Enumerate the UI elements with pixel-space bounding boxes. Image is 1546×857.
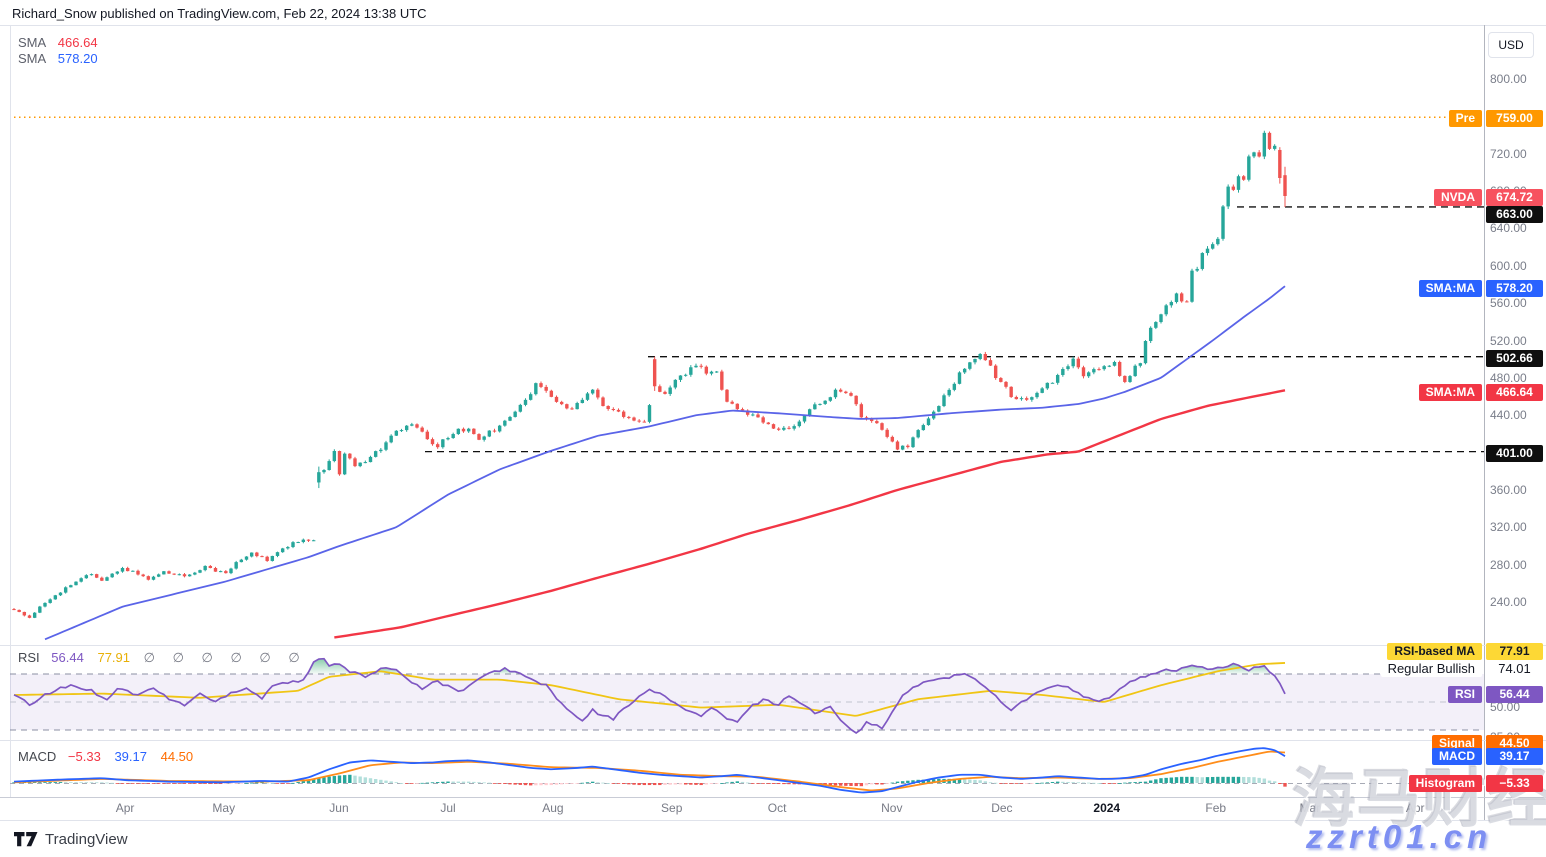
- price-tick: 240.00: [1490, 595, 1527, 609]
- currency-selector[interactable]: USD: [1488, 32, 1534, 58]
- price-tick: 360.00: [1490, 483, 1527, 497]
- time-axis-label[interactable]: Nov: [860, 801, 924, 815]
- time-axis-label[interactable]: Jun: [307, 801, 371, 815]
- tradingview-chart-page: Richard_Snow published on TradingView.co…: [0, 0, 1546, 857]
- time-axis-label[interactable]: Sep: [640, 801, 704, 815]
- axis-tag-value: 401.00: [1486, 445, 1543, 462]
- axis-tag-histogram: Histogram: [1409, 775, 1482, 792]
- time-axis-label[interactable]: 2024: [1075, 801, 1139, 815]
- macd-legend-label: MACD: [18, 749, 56, 764]
- rsi-value: 56.44: [51, 650, 84, 665]
- price-tick: 640.00: [1490, 221, 1527, 235]
- price-tick: 800.00: [1490, 72, 1527, 86]
- axis-tag-value: 74.01: [1486, 660, 1543, 677]
- rsi-legend[interactable]: RSI 56.44 77.91 ∅ ∅ ∅ ∅ ∅ ∅: [18, 650, 307, 666]
- footer: TradingView: [14, 831, 128, 848]
- axis-tag-rsi-based-ma: RSI-based MA: [1387, 643, 1482, 660]
- time-axis-label[interactable]: Aug: [521, 801, 585, 815]
- axis-tag-value: 502.66: [1486, 350, 1543, 367]
- macd-line-value: 39.17: [114, 749, 147, 764]
- watermark-site: zzrt01.cn: [1306, 818, 1492, 856]
- published-byline: Richard_Snow published on TradingView.co…: [12, 6, 427, 21]
- rsi-ma-value: 77.91: [97, 650, 130, 665]
- axis-tag-rsi: RSI: [1448, 686, 1482, 703]
- price-tick: 560.00: [1490, 296, 1527, 310]
- time-axis-label[interactable]: Jul: [416, 801, 480, 815]
- axis-tag-value: 663.00: [1486, 206, 1543, 223]
- time-axis-label[interactable]: Apr: [93, 801, 157, 815]
- axis-tag-value: 466.64: [1486, 384, 1543, 401]
- time-axis-label[interactable]: May: [192, 801, 256, 815]
- axis-tag-value: 759.00: [1486, 110, 1543, 127]
- price-tick: 480.00: [1490, 371, 1527, 385]
- axis-tag-pre: Pre: [1449, 110, 1482, 127]
- price-tick: 280.00: [1490, 558, 1527, 572]
- sma-legend-row-2[interactable]: SMA 578.20: [18, 51, 98, 66]
- tradingview-brand: TradingView: [45, 831, 128, 848]
- axis-tag-macd: MACD: [1432, 748, 1482, 765]
- axis-tag-value: −5.33: [1486, 775, 1543, 792]
- sma-legend-label: SMA: [18, 51, 46, 66]
- rsi-legend-label: RSI: [18, 650, 40, 665]
- axis-tag-sma-ma: SMA:MA: [1419, 384, 1482, 401]
- time-axis-label[interactable]: Feb: [1184, 801, 1248, 815]
- sma-legend-label: SMA: [18, 35, 46, 50]
- macd-signal-value: 44.50: [161, 749, 194, 764]
- rsi-empty-slots: ∅ ∅ ∅ ∅ ∅ ∅: [144, 650, 307, 665]
- price-tick: 320.00: [1490, 520, 1527, 534]
- price-tick: 520.00: [1490, 334, 1527, 348]
- axis-tag-value: 77.91: [1486, 643, 1543, 660]
- axis-tag-value: 674.72: [1486, 189, 1543, 206]
- macd-hist-value: −5.33: [68, 749, 101, 764]
- axis-tag-nvda: NVDA: [1434, 189, 1482, 206]
- price-tick: 440.00: [1490, 408, 1527, 422]
- axis-tag-value: 39.17: [1486, 748, 1543, 765]
- sma-slow-value: 578.20: [58, 51, 98, 66]
- chart-canvas[interactable]: [0, 0, 1546, 857]
- tradingview-logo-icon: [14, 832, 38, 847]
- price-tick: 600.00: [1490, 259, 1527, 273]
- time-axis-label[interactable]: Dec: [970, 801, 1034, 815]
- time-axis-label[interactable]: Oct: [745, 801, 809, 815]
- sma-fast-value: 466.64: [58, 35, 98, 50]
- macd-legend[interactable]: MACD −5.33 39.17 44.50: [18, 749, 193, 764]
- axis-tag-regular-bullish: Regular Bullish: [1381, 660, 1482, 677]
- price-tick: 720.00: [1490, 147, 1527, 161]
- sma-legend-row-1[interactable]: SMA 466.64: [18, 35, 98, 50]
- axis-tag-sma-ma: SMA:MA: [1419, 280, 1482, 297]
- axis-tag-value: 578.20: [1486, 280, 1543, 297]
- axis-tag-value: 56.44: [1486, 686, 1543, 703]
